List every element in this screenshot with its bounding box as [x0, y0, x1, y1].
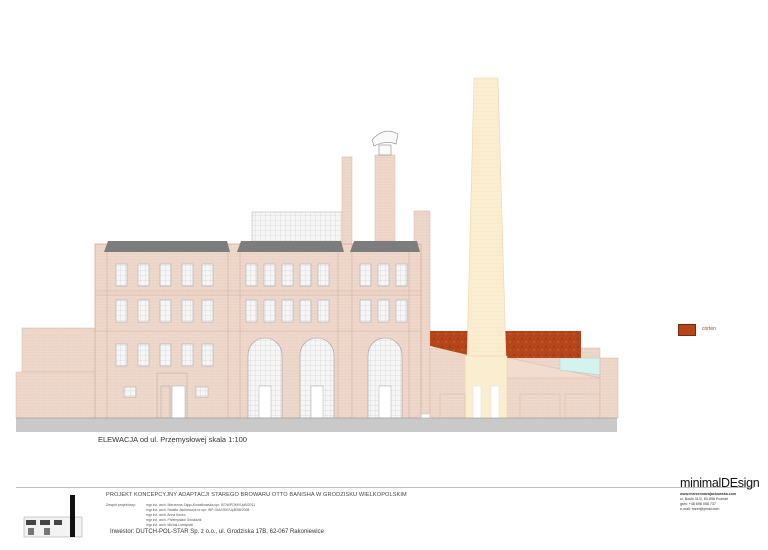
rooftop-glass-pavilion	[251, 211, 343, 243]
window	[317, 299, 330, 323]
window	[181, 263, 194, 287]
window	[263, 299, 276, 323]
window	[115, 263, 128, 287]
elevation-title: ELEWACJA od ul. Przemysłowej skala 1:100	[98, 435, 247, 444]
window	[159, 263, 172, 287]
corten-panel-right	[505, 331, 581, 358]
arched-windows	[247, 337, 403, 419]
window	[245, 263, 258, 287]
window	[245, 299, 258, 323]
contact-address: ul. Bosin 31/3, 60-656 Poznań	[680, 497, 729, 501]
chimney-b	[374, 154, 396, 242]
window	[137, 263, 150, 287]
investor-line: Inwestor: DUTCH-POL-STAR Sp. z o.o., ul.…	[110, 529, 324, 535]
team-member: mgr inż. arch. Marzenna Zając-Kowalkowsk…	[146, 503, 256, 507]
window	[377, 299, 390, 323]
contact-web[interactable]: www.marzennazajackowska.com	[680, 492, 736, 496]
window	[377, 263, 390, 287]
window	[281, 299, 294, 323]
elevation-drawing	[15, 77, 619, 538]
window	[359, 299, 372, 323]
arch-door	[378, 385, 392, 419]
tall-chimney	[466, 77, 507, 359]
team-member: mgr inż. arch. Anna Kmiec	[146, 513, 186, 517]
window	[201, 299, 214, 323]
roofs	[104, 241, 420, 252]
contact-phone: gsm: +48 698 058 737	[680, 502, 716, 506]
team-member: mgr inż. arch. Natalia Jachimczyk nr upr…	[146, 508, 250, 512]
legend-swatch-corten	[678, 324, 696, 336]
window	[395, 263, 408, 287]
window	[395, 299, 408, 323]
right-end-post	[599, 357, 619, 419]
left-wall	[21, 327, 97, 373]
chimney-base	[464, 355, 508, 419]
footer-divider	[16, 487, 754, 488]
company-logo: minimalDEsign	[680, 476, 760, 490]
window	[201, 343, 214, 367]
window	[159, 299, 172, 323]
team-member: mgr inż. arch. Michał Lidmyczki	[146, 523, 194, 527]
team-label: Zespół projektowy:	[106, 503, 136, 507]
window	[263, 263, 276, 287]
arch-door	[258, 385, 272, 419]
legend-label: corten	[702, 326, 716, 332]
window	[201, 263, 214, 287]
window	[317, 263, 330, 287]
window	[359, 263, 372, 287]
window	[115, 299, 128, 323]
window	[181, 299, 194, 323]
contact-email[interactable]: e-mail: mzet@ymail.com	[680, 507, 719, 511]
left-low-wall	[15, 371, 97, 419]
arch-door	[310, 385, 324, 419]
team-member: mgr inż. arch. Przemysław Gwoździk	[146, 518, 202, 522]
window	[137, 343, 150, 367]
window	[137, 299, 150, 323]
window	[281, 263, 294, 287]
window	[115, 343, 128, 367]
ground-line	[16, 418, 617, 432]
window	[181, 343, 194, 367]
project-title: PROJEKT KONCEPCYJNY ADAPTACJI STAREGO BR…	[106, 492, 407, 498]
window	[159, 343, 172, 367]
thumbnail-factory-icon	[23, 495, 83, 538]
window	[299, 263, 312, 287]
ventilator-icon	[371, 130, 399, 156]
window	[299, 299, 312, 323]
